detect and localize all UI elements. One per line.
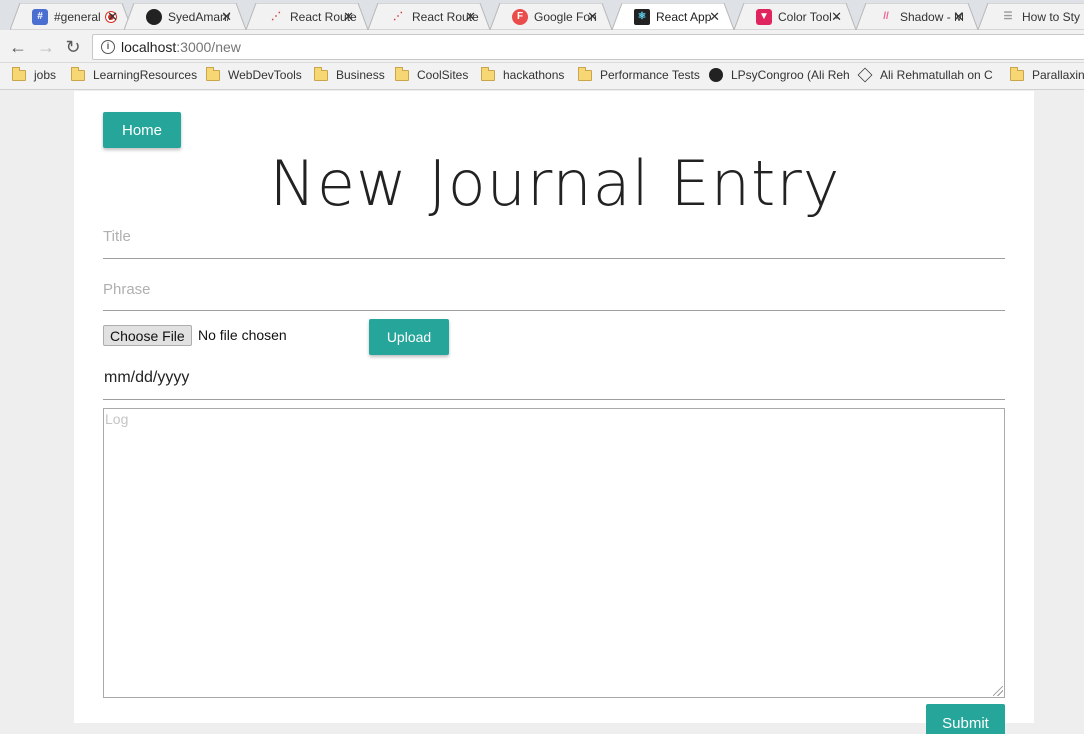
document-icon: ☰ [1003, 11, 1013, 22]
tab-general[interactable]: # #general ✕ [10, 3, 132, 30]
material-icon: // [883, 11, 889, 22]
close-icon[interactable]: ✕ [221, 9, 232, 25]
folder-icon [1010, 66, 1024, 81]
folder-icon [71, 66, 85, 81]
resize-handle-icon[interactable] [993, 686, 1003, 696]
close-icon[interactable]: ✕ [831, 9, 842, 25]
bookmark-label: CoolSites [417, 68, 469, 82]
tab-react-app[interactable]: ⚛ React App ✕ [612, 3, 734, 30]
bookmark-label: Business [336, 68, 385, 82]
react-router-icon: ⋰ [393, 11, 403, 22]
bookmark-performance-tests[interactable]: Performance Tests [578, 66, 700, 82]
folder-icon [314, 66, 328, 81]
upload-button[interactable]: Upload [369, 319, 449, 355]
phrase-input[interactable]: Phrase [103, 281, 1005, 311]
choose-file-button[interactable]: Choose File [103, 325, 192, 346]
react-router-icon: ⋰ [271, 11, 281, 22]
back-icon[interactable]: ← [8, 37, 28, 57]
folder-icon [12, 66, 26, 81]
folder-icon [206, 66, 220, 81]
bookmark-learningresources[interactable]: LearningResources [71, 66, 198, 82]
date-value: mm/dd/yyyy [104, 369, 190, 386]
reload-icon[interactable]: ↻ [63, 37, 83, 57]
bookmark-lpsycongroo[interactable]: LPsyCongroo (Ali Reh [709, 68, 850, 82]
bookmark-label: LPsyCongroo (Ali Reh [731, 68, 850, 82]
bookmark-label: jobs [34, 68, 57, 82]
bookmark-codepen[interactable]: Ali Rehmatullah on C [857, 67, 993, 83]
tab-react-router-2[interactable]: ⋰ React Route ✕ [368, 3, 490, 30]
bookmark-business[interactable]: Business [314, 66, 385, 82]
bookmark-label: Performance Tests [600, 68, 700, 82]
close-icon[interactable]: ✕ [343, 9, 354, 25]
close-icon[interactable]: ✕ [465, 9, 476, 25]
tab-title: #general [54, 9, 101, 24]
close-icon[interactable]: ✕ [107, 9, 118, 25]
bookmark-label: LearningResources [93, 68, 198, 82]
address-path: :3000/new [176, 39, 241, 55]
github-icon [709, 68, 723, 82]
browser-toolbar: ← → ↻ i localhost:3000/new [0, 30, 1084, 63]
date-input[interactable]: mm/dd/yyyy [103, 367, 1005, 400]
close-icon[interactable]: ✕ [587, 9, 598, 25]
bookmark-label: Ali Rehmatullah on C [880, 68, 993, 82]
address-bar[interactable]: i localhost:3000/new [92, 34, 1084, 60]
info-icon[interactable]: i [101, 40, 115, 54]
tab-github[interactable]: SyedAman/ ✕ [124, 3, 246, 30]
google-fonts-icon: F [512, 8, 528, 25]
journal-form-page: Home New Journal Entry Title Phrase Choo… [74, 91, 1034, 734]
bookmark-coolsites[interactable]: CoolSites [395, 66, 469, 82]
bookmarks-bar: jobs LearningResources WebDevTools Busin… [0, 63, 1084, 90]
folder-icon [395, 66, 409, 81]
tab-shadow[interactable]: // Shadow - M ✕ [856, 3, 978, 30]
log-placeholder: Log [105, 411, 129, 427]
log-textarea[interactable]: Log [103, 408, 1005, 698]
home-button[interactable]: Home [103, 112, 181, 148]
tab-title: How to Sty [1022, 9, 1081, 24]
react-icon: ⚛ [634, 8, 650, 25]
bookmark-hackathons[interactable]: hackathons [481, 66, 565, 82]
bookmark-label: Parallaxing [1032, 68, 1084, 82]
title-placeholder: Title [103, 228, 131, 245]
github-icon [146, 8, 162, 25]
folder-icon [481, 66, 495, 81]
bookmark-label: hackathons [503, 68, 565, 82]
bookmark-webdevtools[interactable]: WebDevTools [206, 66, 302, 82]
submit-button[interactable]: Submit [926, 704, 1005, 734]
page-title: New Journal Entry [269, 147, 841, 220]
tab-how-to-style[interactable]: ☰ How to Sty [978, 3, 1084, 30]
color-tool-icon: ▼ [756, 8, 772, 25]
phrase-placeholder: Phrase [103, 281, 151, 298]
folder-icon [578, 66, 592, 81]
close-icon[interactable]: ✕ [953, 9, 964, 25]
address-host: localhost [121, 39, 177, 55]
tab-strip: # #general ✕ SyedAman/ ✕ ⋰ React Route ✕… [0, 0, 1084, 30]
bookmark-jobs[interactable]: jobs [12, 66, 57, 82]
bookmark-parallaxing[interactable]: Parallaxing [1010, 66, 1084, 82]
tab-google-fonts[interactable]: F Google Fon ✕ [490, 3, 612, 30]
tab-react-router-1[interactable]: ⋰ React Route ✕ [246, 3, 368, 30]
bookmark-label: WebDevTools [228, 68, 302, 82]
codepen-icon [857, 67, 873, 83]
close-icon[interactable]: ✕ [709, 9, 720, 25]
tab-color-tool[interactable]: ▼ Color Tool - ✕ [734, 3, 856, 30]
forward-icon[interactable]: → [36, 37, 56, 57]
file-status-text: No file chosen [198, 327, 287, 343]
title-input[interactable]: Title [103, 228, 1005, 259]
slack-icon: # [32, 8, 48, 25]
